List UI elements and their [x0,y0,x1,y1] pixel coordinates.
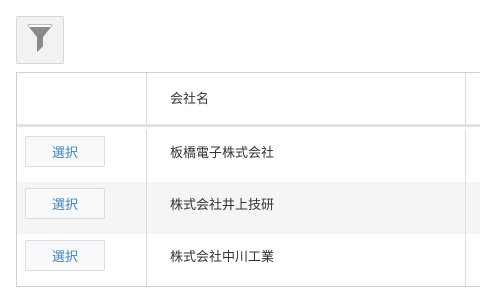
column-divider [146,73,147,124]
filter-funnel-icon [27,23,53,57]
table-row: 選択 板橋電子株式会社 [17,130,480,182]
company-table: 会社名 選択 板橋電子株式会社 選択 株式会社井上技研 選択 株式会社中川工業 [16,72,480,287]
column-divider [465,130,466,182]
company-name-cell: 板橋電子株式会社 [170,146,275,161]
toolbar [16,16,64,64]
company-name-cell: 株式会社井上技研 [170,198,275,213]
column-divider [465,182,466,234]
company-name-cell: 株式会社中川工業 [170,250,275,265]
filter-button[interactable] [16,16,64,64]
table-header-row: 会社名 [17,73,480,127]
column-divider [146,130,147,182]
column-divider [465,234,466,286]
select-button[interactable]: 選択 [25,188,105,219]
table-row: 選択 株式会社中川工業 [17,234,480,286]
company-name-column-header: 会社名 [170,92,210,107]
table-row: 選択 株式会社井上技研 [17,182,480,234]
select-button[interactable]: 選択 [25,136,105,167]
column-divider [465,73,466,124]
column-divider [146,234,147,286]
select-button[interactable]: 選択 [25,240,105,271]
column-divider [146,182,147,234]
